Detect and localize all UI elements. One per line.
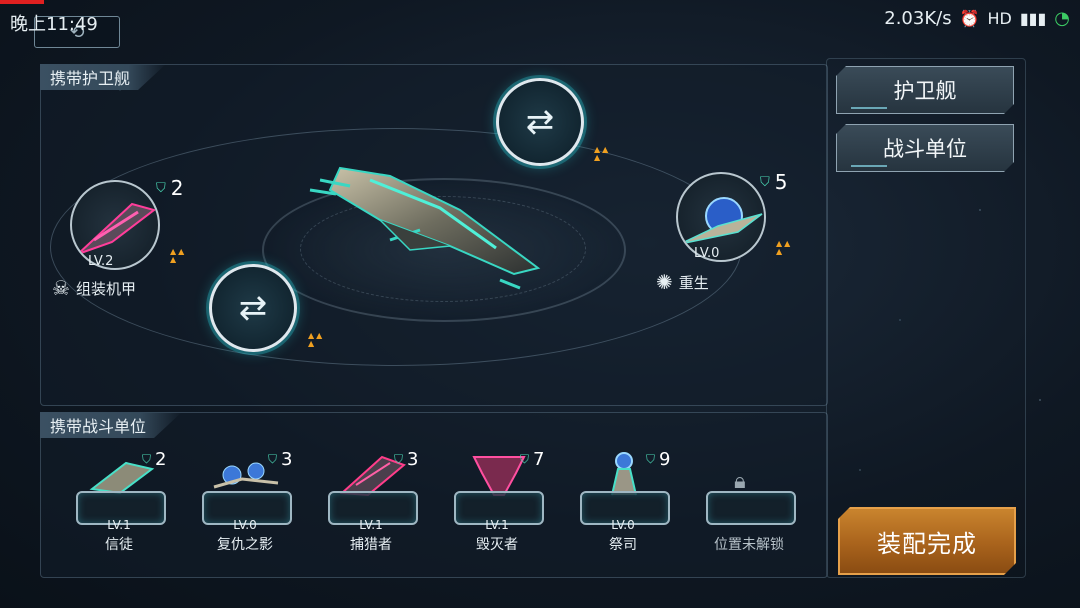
warning-marker: ▲▲ ▲	[308, 331, 325, 348]
status-time: 晚上11:49	[10, 14, 98, 35]
swap-icon: ⇄	[525, 102, 555, 142]
network-speed: 2.03K/s	[884, 8, 952, 29]
mech-skill-icon: ☠	[52, 276, 70, 300]
left-escort-count: ⛉ 2	[156, 176, 184, 200]
unit-name: 祭司	[609, 537, 637, 553]
unit-level: LV.0	[611, 518, 635, 532]
card-icon: ⛉	[646, 452, 656, 466]
slot-pad	[706, 491, 796, 525]
card-icon: ⛉	[268, 452, 278, 466]
recording-indicator	[0, 0, 44, 4]
combat-slot[interactable]: ⛉ 3 LV.0 复仇之影	[194, 445, 306, 557]
wifi-icon: ◔	[1054, 8, 1070, 29]
card-icon: ⛉	[520, 452, 530, 466]
unit-level: LV.1	[485, 518, 509, 532]
card-icon: ⛉	[142, 452, 152, 466]
unit-name: 毁灭者	[476, 537, 518, 553]
hd-icon: HD	[987, 9, 1012, 28]
unit-count: ⛉ 9	[646, 449, 671, 470]
unit-count: ⛉ 7	[520, 449, 545, 470]
unit-count: ⛉ 3	[394, 449, 419, 470]
signal-icon: ▮▮▮	[1019, 9, 1047, 28]
unit-count: ⛉ 2	[142, 449, 167, 470]
combat-slot-locked[interactable]: 🔒︎ 位置未解锁	[698, 445, 810, 557]
swap-icon: ⇄	[238, 288, 268, 328]
right-escort-skill: ✺ 重生	[656, 270, 709, 294]
tab-escort[interactable]: 护卫舰	[836, 66, 1014, 114]
combat-slot[interactable]: ⛉ 7 LV.1 毁灭者	[446, 445, 558, 557]
unit-level: LV.0	[233, 518, 257, 532]
swap-escort-left-button[interactable]: ⇄	[209, 264, 297, 352]
unit-name: 信徒	[105, 537, 133, 553]
right-escort-count: ⛉ 5	[760, 170, 788, 194]
unit-name: 位置未解锁	[714, 537, 784, 553]
right-escort-level: LV.0	[694, 246, 720, 261]
warning-marker: ▲▲ ▲	[594, 145, 611, 162]
card-icon: ⛉	[394, 452, 404, 466]
combat-panel-title: 携带战斗单位	[40, 412, 182, 438]
assembly-complete-button[interactable]: 装配完成	[838, 507, 1016, 575]
card-icon: ⛉	[156, 180, 166, 196]
status-right: 2.03K/s ⏰ HD ▮▮▮ ◔	[884, 8, 1070, 29]
combat-slot[interactable]: ⛉ 3 LV.1 捕猎者	[320, 445, 432, 557]
left-escort-slot[interactable]	[70, 180, 160, 270]
escort-ship-image	[679, 197, 763, 245]
status-bar: ⟲ 晚上11:49 2.03K/s ⏰ HD ▮▮▮ ◔	[0, 0, 1080, 48]
tab-combat-units[interactable]: 战斗单位	[836, 124, 1014, 172]
escort-ship-image	[77, 202, 157, 255]
warning-marker: ▲▲ ▲	[776, 239, 793, 256]
unit-level: LV.1	[359, 518, 383, 532]
rebirth-skill-icon: ✺	[656, 270, 673, 294]
card-icon: ⛉	[760, 174, 770, 190]
unit-count: ⛉ 3	[268, 449, 293, 470]
unit-name: 复仇之影	[217, 537, 273, 553]
combat-slot[interactable]: ⛉ 9 LV.0 祭司	[572, 445, 684, 557]
warning-marker: ▲▲ ▲	[170, 247, 187, 264]
flagship-image	[309, 166, 541, 290]
left-escort-skill: ☠ 组装机甲	[52, 276, 136, 300]
escort-panel-title: 携带护卫舰	[40, 64, 166, 90]
unit-name: 捕猎者	[350, 537, 392, 553]
right-escort-slot[interactable]	[676, 172, 766, 262]
swap-escort-right-button[interactable]: ⇄	[496, 78, 584, 166]
left-escort-level: LV.2	[88, 254, 114, 269]
unit-level: LV.1	[107, 518, 131, 532]
alarm-icon: ⏰	[959, 9, 980, 28]
combat-slot[interactable]: ⛉ 2 LV.1 信徒	[68, 445, 180, 557]
